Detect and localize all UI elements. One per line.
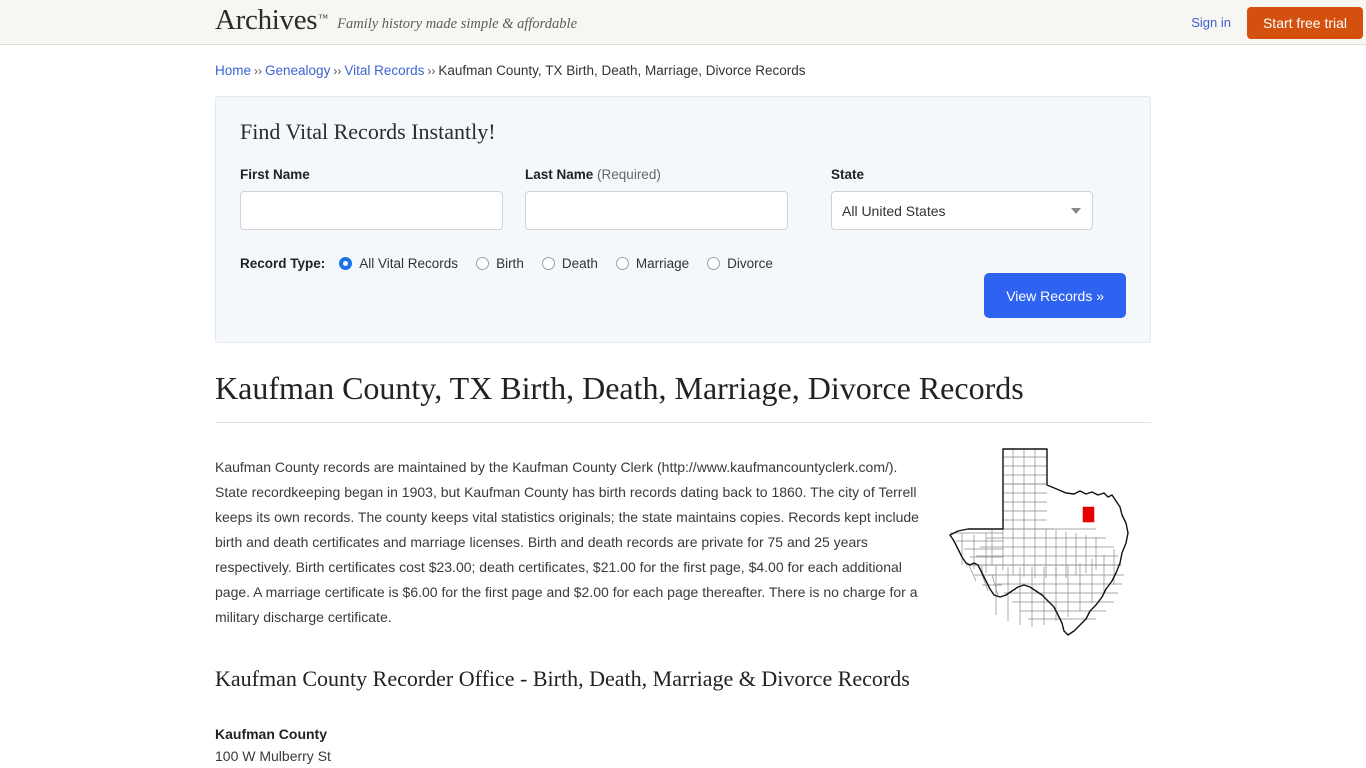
breadcrumb-separator: ›› (254, 64, 262, 78)
record-type-option-death[interactable]: Death (542, 256, 598, 271)
state-label: State (831, 167, 1093, 182)
last-name-field-group: Last Name (Required) (525, 167, 788, 230)
record-type-option-label: Birth (496, 256, 524, 271)
first-name-input[interactable] (240, 191, 503, 230)
record-type-option-divorce[interactable]: Divorce (707, 256, 773, 271)
breadcrumb-separator: ›› (333, 64, 341, 78)
header-actions: Sign in Start free trial (1191, 0, 1363, 45)
record-type-option-all-vital-records[interactable]: All Vital Records (339, 256, 458, 271)
recorder-office-title: Kaufman County Recorder Office - Birth, … (215, 666, 1151, 692)
record-type-option-birth[interactable]: Birth (476, 256, 524, 271)
search-fields-row: First Name Last Name (Required) State Al… (240, 167, 1126, 230)
site-logo[interactable]: Archives™ Family history made simple & a… (215, 6, 577, 35)
address-street: 100 W Mulberry St (215, 745, 1151, 768)
radio-icon-checked[interactable] (339, 257, 352, 270)
record-type-option-label: Marriage (636, 256, 689, 271)
breadcrumb-item-genealogy[interactable]: Genealogy (265, 63, 330, 78)
county-description: Kaufman County records are maintained by… (215, 455, 925, 630)
address-county-name: Kaufman County (215, 723, 1151, 746)
record-type-option-marriage[interactable]: Marriage (616, 256, 689, 271)
state-select-value: All United States (842, 203, 946, 219)
site-header: Archives™ Family history made simple & a… (0, 0, 1366, 45)
header-inner: Archives™ Family history made simple & a… (215, 0, 1151, 45)
view-records-button[interactable]: View Records » (984, 273, 1126, 318)
start-free-trial-button[interactable]: Start free trial (1247, 7, 1363, 39)
state-map-figure (941, 441, 1151, 644)
radio-icon[interactable] (476, 257, 489, 270)
radio-icon[interactable] (542, 257, 555, 270)
radio-icon[interactable] (616, 257, 629, 270)
last-name-required-note: (Required) (597, 167, 661, 182)
first-name-label: First Name (240, 167, 503, 182)
texas-county-map-icon (946, 445, 1146, 641)
search-panel-title: Find Vital Records Instantly! (240, 119, 1126, 145)
state-field-group: State All United States (831, 167, 1093, 230)
first-name-field-group: First Name (240, 167, 503, 230)
record-type-option-label: All Vital Records (359, 256, 458, 271)
breadcrumb-item-current: Kaufman County, TX Birth, Death, Marriag… (438, 63, 805, 78)
breadcrumb-item-home[interactable]: Home (215, 63, 251, 78)
site-tagline: Family history made simple & affordable (337, 16, 577, 33)
content-row: Kaufman County records are maintained by… (215, 441, 1151, 644)
record-type-option-label: Death (562, 256, 598, 271)
record-type-option-label: Divorce (727, 256, 773, 271)
sign-in-link[interactable]: Sign in (1191, 15, 1231, 30)
logo-text: Archives (215, 6, 317, 35)
record-type-row: Record Type: All Vital Records Birth Dea… (240, 256, 1126, 271)
breadcrumb-item-vital-records[interactable]: Vital Records (344, 63, 424, 78)
page-title: Kaufman County, TX Birth, Death, Marriag… (215, 369, 1151, 422)
last-name-input[interactable] (525, 191, 788, 230)
state-select[interactable]: All United States (831, 191, 1093, 230)
breadcrumb: Home››Genealogy››Vital Records››Kaufman … (215, 45, 1151, 79)
recorder-office-address: Kaufman County 100 W Mulberry St Courtho… (215, 723, 1151, 768)
page-container: Home››Genealogy››Vital Records››Kaufman … (215, 45, 1151, 768)
record-type-label: Record Type: (240, 256, 325, 271)
vital-records-search-panel: Find Vital Records Instantly! First Name… (215, 96, 1151, 343)
last-name-label: Last Name (Required) (525, 167, 788, 182)
last-name-label-text: Last Name (525, 167, 593, 182)
state-select-wrap: All United States (831, 191, 1093, 230)
trademark-icon: ™ (318, 13, 328, 24)
radio-icon[interactable] (707, 257, 720, 270)
breadcrumb-separator: ›› (427, 64, 435, 78)
